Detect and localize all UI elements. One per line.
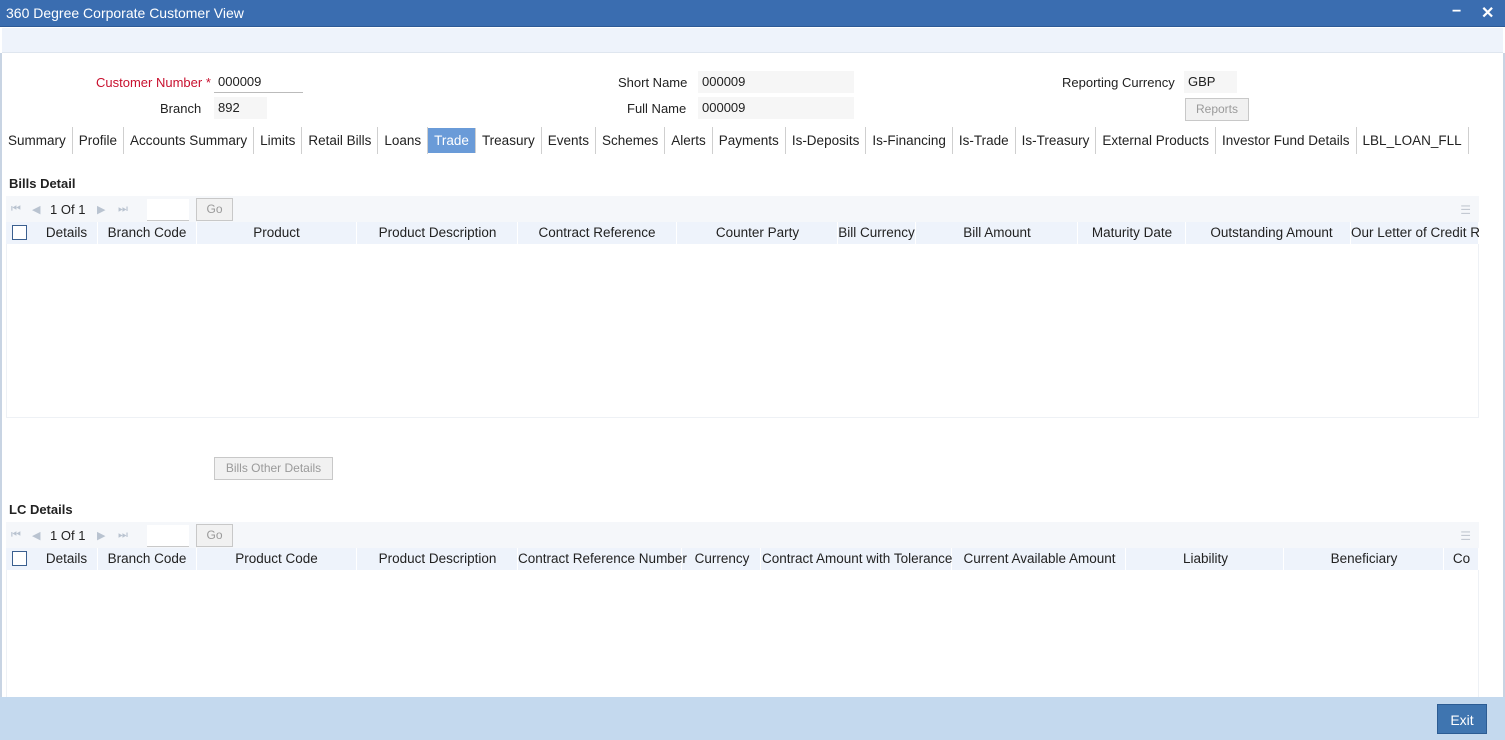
footer-bar: Exit [0,697,1505,740]
bills-page-input[interactable] [147,199,189,221]
tab-treasury[interactable]: Treasury [476,127,542,154]
last-page-icon[interactable]: ⏭ [118,203,128,216]
tab-is-deposits[interactable]: Is-Deposits [786,127,867,154]
bills-detail-title: Bills Detail [9,176,76,191]
column-header[interactable]: Our Letter of Credit Ref [1351,222,1479,244]
tab-lbl-loan-fll[interactable]: LBL_LOAN_FLL [1357,127,1469,154]
branch-label: Branch [160,101,202,116]
column-header[interactable]: Outstanding Amount [1193,222,1351,244]
column-header[interactable]: Current Available Amount [954,548,1126,570]
window-title: 360 Degree Corporate Customer View [6,5,244,21]
lc-details-title: LC Details [9,502,73,517]
subheader-bar [2,28,1503,53]
select-all-checkbox[interactable] [12,225,27,240]
tab-is-financing[interactable]: Is-Financing [866,127,953,154]
tab-retail-bills[interactable]: Retail Bills [302,127,379,154]
lc-grid-header: Details Branch Code Product Code Product De… [6,548,1479,570]
reporting-currency-field[interactable]: GBP [1184,71,1237,93]
grid-options-icon[interactable]: ☰ [1460,203,1471,217]
grid-options-icon[interactable]: ☰ [1460,529,1471,543]
column-header[interactable]: Currency [684,548,761,570]
bills-other-details-button[interactable]: Bills Other Details [214,457,333,480]
short-name-label: Short Name [618,75,688,90]
branch-field[interactable]: 892 [214,97,267,119]
tab-profile[interactable]: Profile [73,127,125,154]
column-header[interactable]: Branch Code [98,222,197,244]
reporting-currency-label: Reporting Currency [1062,75,1175,90]
lc-pager: 1 Of 1 [50,528,86,543]
bills-grid-body [6,244,1479,418]
tab-accounts-summary[interactable]: Accounts Summary [124,127,255,154]
lc-go-button[interactable]: Go [196,524,233,547]
column-header[interactable]: Contract Reference [518,222,677,244]
tab-limits[interactable]: Limits [254,127,303,154]
column-header[interactable]: Product [197,222,357,244]
column-header[interactable]: Contract Reference Number [518,548,687,570]
column-header[interactable]: Product Description [358,548,518,570]
previous-page-icon[interactable]: ◀ [32,203,40,216]
reports-button[interactable]: Reports [1185,98,1249,121]
full-name-field[interactable]: 000009 [698,97,854,119]
first-page-icon[interactable]: ⏮ [11,203,21,216]
tab-investor-fund-details[interactable]: Investor Fund Details [1216,127,1357,154]
column-header[interactable]: Bill Amount [917,222,1078,244]
column-header[interactable]: Bill Currency [838,222,916,244]
close-icon[interactable]: ✕ [1481,3,1494,23]
column-header[interactable]: Details [36,222,98,244]
tab-is-treasury[interactable]: Is-Treasury [1016,127,1097,154]
tab-external-products[interactable]: External Products [1096,127,1216,154]
lc-grid-toolbar: ⏮ ◀ 1 Of 1 ▶ ⏭ Go ☰ [6,522,1479,548]
bills-pager: 1 Of 1 [50,202,86,217]
minimize-icon[interactable]: − [1452,3,1461,21]
column-header[interactable]: Co [1445,548,1479,570]
column-header[interactable]: Counter Party [678,222,838,244]
lc-page-input[interactable] [147,525,189,547]
tab-payments[interactable]: Payments [713,127,786,154]
tab-is-trade[interactable]: Is-Trade [953,127,1016,154]
tab-strip: Summary Profile Accounts Summary Limits Reta… [2,127,1469,154]
column-header[interactable]: Beneficiary [1285,548,1444,570]
required-mark: * [205,75,211,90]
tab-summary[interactable]: Summary [2,127,73,154]
window-titlebar: 360 Degree Corporate Customer View − ✕ [0,0,1505,27]
bills-grid-header: Details Branch Code Product Product Descrip… [6,222,1479,244]
next-page-icon[interactable]: ▶ [97,203,105,216]
exit-button[interactable]: Exit [1437,704,1487,734]
full-name-label: Full Name [627,101,687,116]
column-header[interactable]: Maturity Date [1079,222,1186,244]
tab-trade[interactable]: Trade [428,128,476,153]
customer-number-label: Customer Number * [96,75,211,90]
tab-loans[interactable]: Loans [378,127,429,154]
column-header[interactable]: Contract Amount with Tolerance [762,548,952,570]
last-page-icon[interactable]: ⏭ [118,529,128,542]
column-header[interactable]: Details [36,548,98,570]
next-page-icon[interactable]: ▶ [97,529,105,542]
tab-alerts[interactable]: Alerts [665,127,713,154]
customer-number-field[interactable]: 000009 [214,71,303,93]
first-page-icon[interactable]: ⏮ [11,529,21,542]
column-header[interactable]: Product Code [197,548,357,570]
short-name-field[interactable]: 000009 [698,71,854,93]
bills-grid-toolbar: ⏮ ◀ 1 Of 1 ▶ ⏭ Go ☰ [6,196,1479,222]
column-header[interactable]: Product Description [358,222,518,244]
column-header[interactable]: Liability [1128,548,1284,570]
tab-schemes[interactable]: Schemes [596,127,666,154]
bills-go-button[interactable]: Go [196,198,233,221]
column-header[interactable]: Branch Code [98,548,197,570]
previous-page-icon[interactable]: ◀ [32,529,40,542]
lc-grid-body [6,570,1479,697]
select-all-checkbox[interactable] [12,551,27,566]
tab-events[interactable]: Events [542,127,596,154]
